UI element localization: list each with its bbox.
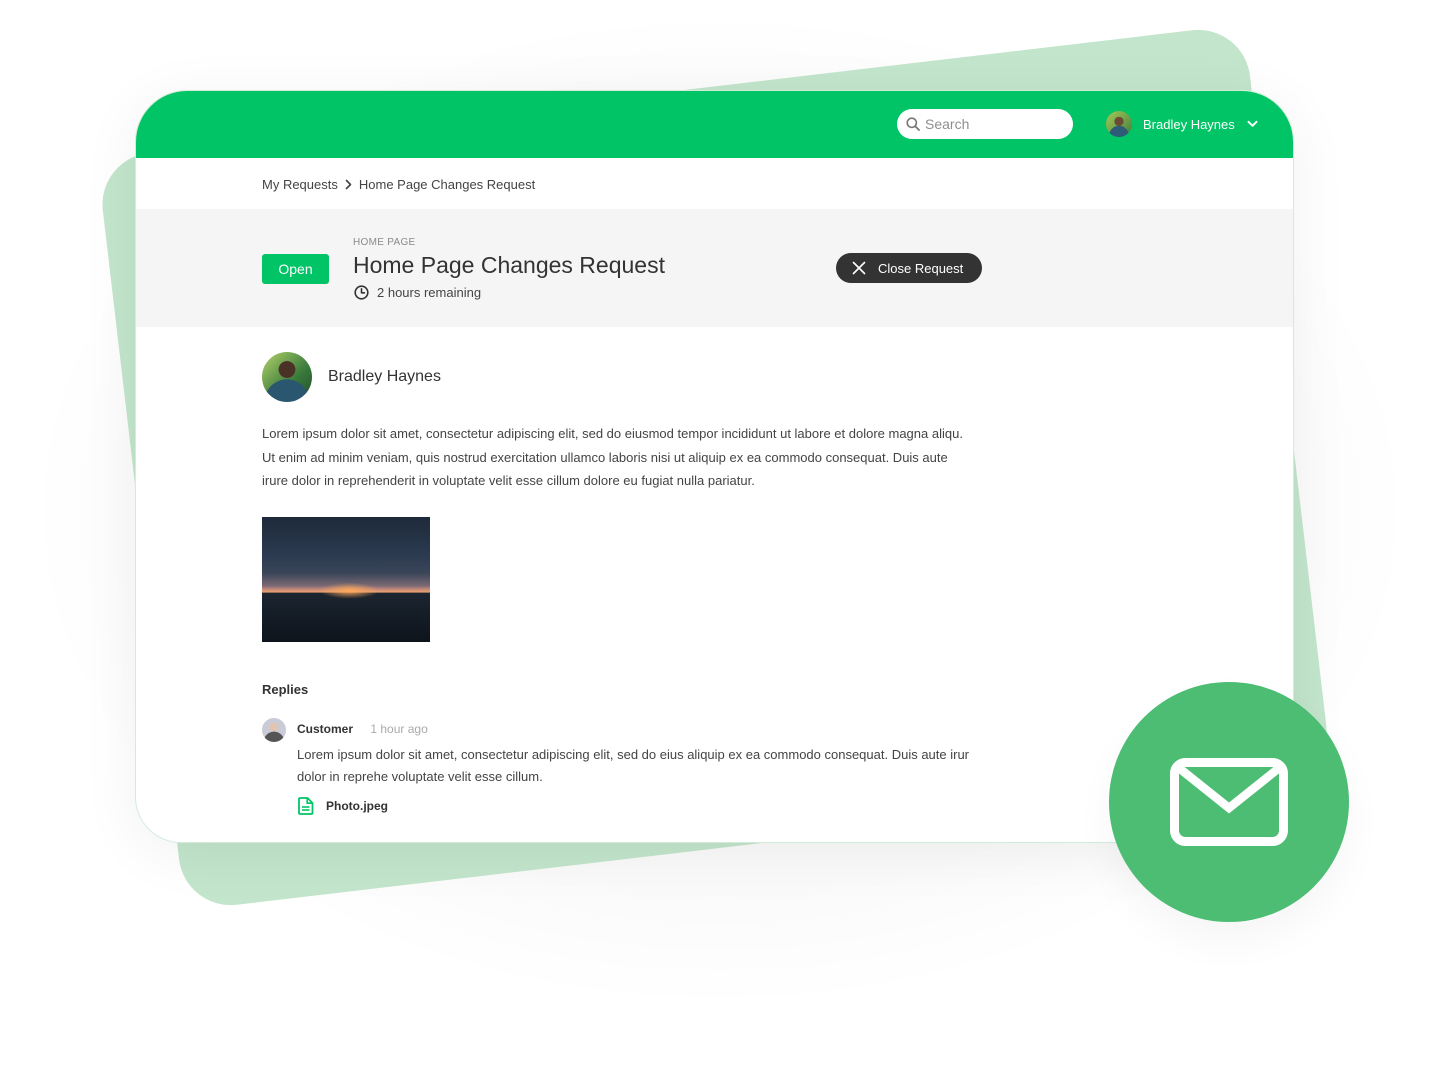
reply-body-line: dolor in reprehe voluptate velit esse ci… <box>297 769 543 784</box>
search-box[interactable] <box>897 109 1073 139</box>
chevron-down-icon <box>1247 120 1258 127</box>
close-icon <box>852 261 866 275</box>
author-avatar <box>262 352 312 402</box>
request-window: Bradley Haynes My Requests Home Page Cha… <box>135 90 1294 843</box>
mail-icon <box>1170 758 1288 846</box>
reply-time: 1 hour ago <box>370 722 428 736</box>
time-remaining-text: 2 hours remaining <box>377 285 482 300</box>
search-input[interactable] <box>925 116 1055 132</box>
attachment-link[interactable]: Photo.jpeg <box>297 797 388 815</box>
search-icon <box>906 117 920 131</box>
breadcrumb: My Requests Home Page Changes Request <box>262 177 535 192</box>
attachment-name: Photo.jpeg <box>326 799 388 813</box>
post-body-line: Ut enim ad minim veniam, quis nostrud ex… <box>262 449 948 465</box>
reply-header: Customer 1 hour ago <box>297 722 428 736</box>
post-body-line: irure dolor in reprehenderit in voluptat… <box>262 473 755 488</box>
chevron-right-icon <box>345 179 352 190</box>
close-request-label: Close Request <box>878 260 964 276</box>
close-request-button[interactable]: Close Request <box>836 253 982 283</box>
author-name: Bradley Haynes <box>328 368 441 385</box>
breadcrumb-my-requests[interactable]: My Requests <box>262 177 338 192</box>
request-category: HOME PAGE <box>353 237 416 248</box>
status-badge: Open <box>262 254 329 284</box>
mail-badge <box>1109 682 1349 922</box>
request-header: Open HOME PAGE Home Page Changes Request… <box>136 209 1293 327</box>
post-author: Bradley Haynes <box>262 352 441 402</box>
reply-body-line: Lorem ipsum dolor sit amet, consectetur … <box>297 747 970 762</box>
time-remaining: 2 hours remaining <box>354 285 481 300</box>
user-name: Bradley Haynes <box>1143 116 1235 132</box>
clock-icon <box>354 285 369 300</box>
page-title: Home Page Changes Request <box>353 252 665 278</box>
post-body-line: Lorem ipsum dolor sit amet, consectetur … <box>262 426 963 441</box>
user-menu[interactable]: Bradley Haynes <box>1106 111 1258 137</box>
reply-avatar <box>262 718 286 742</box>
reply-body: Lorem ipsum dolor sit amet, consectetur … <box>297 744 969 788</box>
post-body: Lorem ipsum dolor sit amet, consectetur … <box>262 422 963 493</box>
replies-heading: Replies <box>262 682 309 697</box>
breadcrumb-current: Home Page Changes Request <box>358 177 536 192</box>
file-icon <box>298 797 314 815</box>
reply-author: Customer <box>297 722 354 736</box>
user-avatar <box>1106 111 1132 137</box>
top-bar: Bradley Haynes <box>136 91 1293 158</box>
post-image[interactable] <box>262 517 430 642</box>
